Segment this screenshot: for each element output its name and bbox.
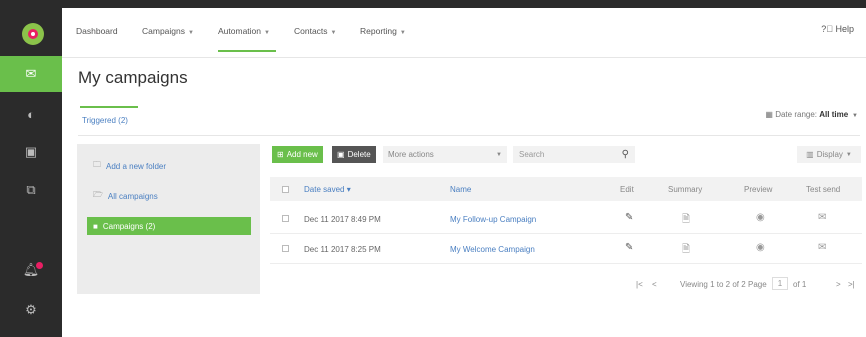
row-name-link[interactable]: My Follow-up Campaign [450,215,536,224]
folder-label: Campaigns (2) [102,221,156,231]
add-new-label: Add new [286,150,318,159]
rail-settings-icon[interactable]: ⚙ [0,292,62,328]
nav-automation-label: Automation [218,26,261,36]
more-actions-select[interactable]: More actions ▼ [383,146,507,163]
columns-icon: ▥ [806,150,814,159]
sort-desc-icon: ▾ [344,185,351,194]
display-label: Display [816,150,843,159]
nav-dashboard[interactable]: Dashboard [76,26,118,36]
chevron-down-icon: ▼ [850,113,858,119]
table-row: Dec 11 2017 8:25 PM My Welcome Campaign … [270,234,862,264]
tab-triggered-label: Triggered (2) [82,116,128,125]
select-all-checkbox[interactable] [282,186,289,193]
help-link[interactable]: ?⃝ Help [821,24,854,34]
col-date-saved-label: Date saved [304,185,345,194]
top-nav: Dashboard Campaigns ▼ Automation ▼ Contact… [62,8,866,58]
page-number-input[interactable]: 1 [772,277,788,290]
next-page-icon[interactable]: > [836,280,841,289]
nav-contacts-label: Contacts [294,26,328,36]
last-page-icon[interactable]: >| [848,280,855,289]
chevron-down-icon: ▼ [845,151,852,158]
add-new-button[interactable]: ⊞ Add new [272,146,323,163]
send-test-icon[interactable]: ✉ [818,212,826,223]
chevron-down-icon: ▼ [399,30,406,36]
rail-campaigns-icon[interactable]: ✉ [0,56,62,92]
notification-badge [36,262,43,269]
row-checkbox[interactable] [282,245,289,252]
table-row: Dec 11 2017 8:49 PM My Follow-up Campaig… [270,204,862,234]
trash-icon: ▣ [337,150,345,159]
nav-campaigns-label: Campaigns [142,26,185,36]
search-placeholder: Search [519,150,545,159]
all-campaigns-item[interactable]: 🗁︎ All campaigns [87,187,251,205]
viewing-range: Viewing 1 to 2 of 2 [680,280,746,289]
top-bar [0,0,866,8]
date-range-label: Date range: [775,110,818,119]
nav-reporting[interactable]: Reporting ▼ [360,26,406,36]
page-label: Page [748,280,767,289]
nav-dashboard-label: Dashboard [76,26,118,36]
pencil-icon[interactable]: ✎ [625,212,633,223]
tab-triggered[interactable]: Triggered (2) [80,106,138,130]
campaigns-folder-item[interactable]: ■ Campaigns (2) [87,217,251,235]
eye-icon[interactable]: ◉ [756,242,765,253]
col-summary: Summary [668,185,703,194]
folder-label: All campaigns [107,191,158,201]
app-root: ✉ ◐ ▣ ⧉ 🔔︎ ⚙ Dashboard Campaigns ▼ Automa… [0,0,866,337]
chevron-down-icon: ▼ [496,151,502,158]
col-name[interactable]: Name [450,185,471,194]
row-date: Dec 11 2017 8:49 PM [304,215,381,224]
tabs-divider [78,135,860,136]
search-input[interactable]: Search ⚲ [513,146,635,163]
app-logo[interactable] [22,23,44,45]
send-test-icon[interactable]: ✉ [818,242,826,253]
folders-panel: 🗀︎ Add a new folder 🗁︎ All campaigns ■ C… [77,144,260,294]
search-icon: ⚲ [621,149,629,160]
delete-label: Delete [347,150,371,159]
col-edit: Edit [620,185,634,194]
more-actions-label: More actions [388,150,434,159]
folder-icon: ■ [93,221,98,231]
folders-icon: 🗁︎ [93,190,103,199]
first-page-icon[interactable]: |< [636,280,643,289]
delete-button[interactable]: ▣ Delete [332,146,376,163]
nav-contacts[interactable]: Contacts ▼ [294,26,337,36]
document-icon[interactable]: 🗎︎ [682,242,690,259]
eye-icon[interactable]: ◉ [756,212,765,223]
rail-reports-icon[interactable]: ◐ [0,96,62,132]
plus-icon: ⊞ [277,150,284,159]
rail-notifications-icon[interactable]: 🔔︎ [0,252,62,288]
pencil-icon[interactable]: ✎ [625,242,633,253]
add-folder-item[interactable]: 🗀︎ Add a new folder [87,157,251,175]
chevron-down-icon: ▼ [264,30,270,36]
page-count: of 1 [793,280,807,289]
page-title: My campaigns [78,68,188,87]
nav-automation[interactable]: Automation ▼ [218,26,276,52]
row-checkbox[interactable] [282,215,289,222]
chevron-down-icon: ▼ [330,30,337,36]
date-range-value: All time [819,110,849,119]
document-icon[interactable]: 🗎︎ [682,212,690,229]
nav-campaigns[interactable]: Campaigns ▼ [142,26,194,36]
display-select[interactable]: ▥ Display ▼ [797,146,861,163]
rail-contacts-icon[interactable]: ▣ [0,134,62,170]
add-folder-icon: 🗀︎ [93,160,101,169]
folder-label: Add a new folder [106,161,167,171]
date-range-select[interactable]: ▦ Date range: All time ▼ [765,110,858,119]
help-label: Help [835,24,854,34]
row-date: Dec 11 2017 8:25 PM [304,245,381,254]
help-icon: ?⃝ [821,24,833,34]
col-test-send: Test send [806,185,841,194]
table-header: Date saved ▾ Name Edit Summary Preview T… [270,177,862,201]
col-date-saved[interactable]: Date saved ▾ [304,185,351,194]
nav-reporting-label: Reporting [360,26,397,36]
row-name-link[interactable]: My Welcome Campaign [450,245,535,254]
col-preview: Preview [744,185,773,194]
prev-page-icon[interactable]: < [652,280,657,289]
rail-automation-icon[interactable]: ⧉ [0,172,62,208]
calendar-icon: ▦ [765,110,773,119]
chevron-down-icon: ▼ [188,30,194,36]
